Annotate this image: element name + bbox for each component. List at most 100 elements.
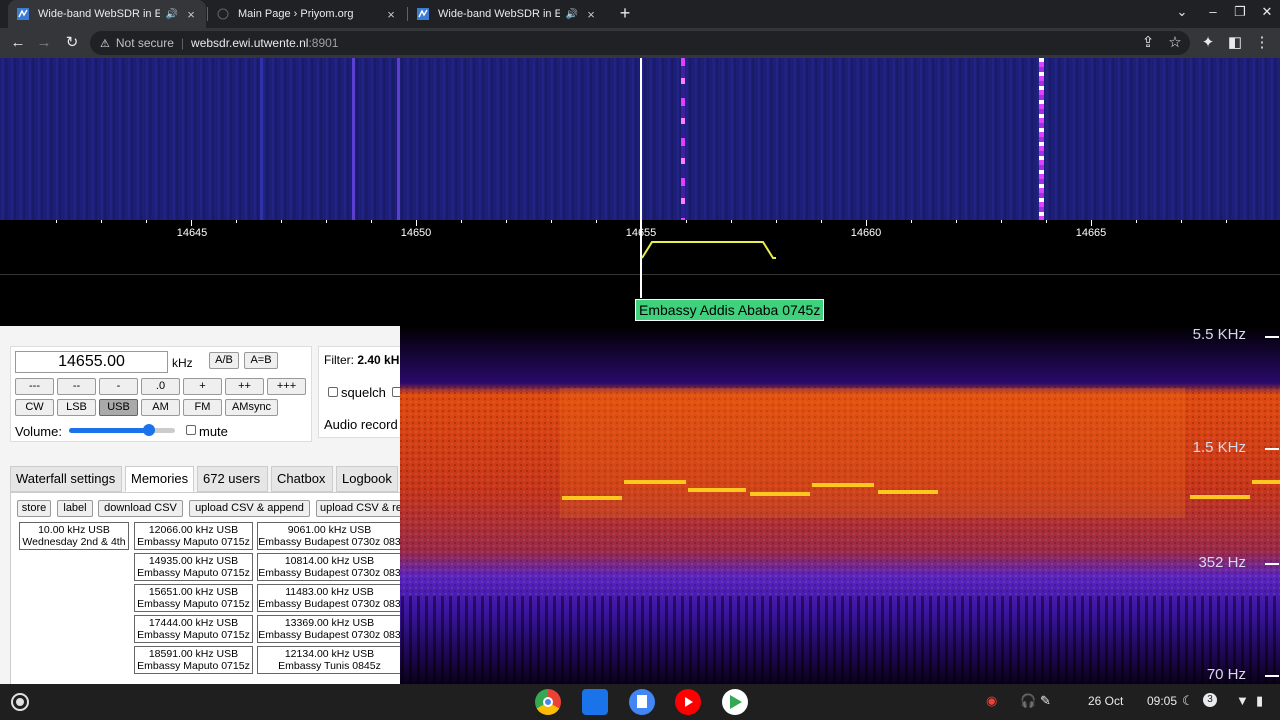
menu-icon[interactable]: ⋮ bbox=[1252, 33, 1272, 53]
memory-slot[interactable]: 18591.00 kHz USB Embassy Maputo 0715z bbox=[134, 646, 253, 674]
memory-frequency: 10.00 kHz USB bbox=[38, 524, 110, 536]
step-down-2-button[interactable]: -- bbox=[57, 378, 96, 395]
reload-icon[interactable]: ↻ bbox=[62, 33, 82, 53]
window-close-icon[interactable]: ✕ bbox=[1257, 4, 1277, 20]
tab-search-icon[interactable]: ⌄ bbox=[1172, 4, 1192, 20]
tab-memories[interactable]: Memories bbox=[125, 466, 194, 492]
side-panel-icon[interactable]: ◧ bbox=[1225, 33, 1245, 53]
extensions-icon[interactable]: ✦ bbox=[1198, 33, 1218, 53]
do-not-disturb-icon[interactable]: ☾ bbox=[1182, 693, 1194, 709]
label-button[interactable]: label bbox=[57, 500, 93, 517]
panel-tabs: Waterfall settings Memories 672 users Ch… bbox=[10, 466, 400, 492]
step-up-1-button[interactable]: + bbox=[183, 378, 222, 395]
tab-websdr-1[interactable]: Wide-band WebSDR in Ensch 🔊 × bbox=[8, 0, 206, 28]
back-icon[interactable]: ← bbox=[8, 33, 28, 53]
tab-users[interactable]: 672 users bbox=[197, 466, 268, 492]
tray-date[interactable]: 26 Oct bbox=[1088, 694, 1123, 708]
bookmark-star-icon[interactable]: ☆ bbox=[1165, 33, 1185, 53]
passband-indicator[interactable] bbox=[0, 58, 1280, 278]
tab-chatbox[interactable]: Chatbox bbox=[271, 466, 333, 492]
os-shelf: ◉ 🎧 ✎ 26 Oct 09:05 ☾ 3 ▼ ▮ bbox=[0, 684, 1280, 720]
mute-label: mute bbox=[199, 424, 228, 439]
frequency-input[interactable] bbox=[15, 351, 168, 373]
upload-csv-replace-button[interactable]: upload CSV & re bbox=[316, 500, 400, 517]
tab-title: Main Page › Priyom.org bbox=[238, 8, 354, 20]
minimize-icon[interactable]: – bbox=[1203, 4, 1223, 19]
spectrogram-scale-label: 5.5 KHz bbox=[1192, 326, 1246, 343]
share-icon[interactable]: ⇪ bbox=[1138, 33, 1158, 53]
memory-slot[interactable]: 14935.00 kHz USB Embassy Maputo 0715z bbox=[134, 553, 253, 581]
new-tab-button[interactable]: + bbox=[614, 2, 636, 24]
ab-equal-button[interactable]: A=B bbox=[244, 352, 278, 369]
stylus-icon[interactable]: ✎ bbox=[1040, 693, 1051, 709]
memory-slot[interactable]: 15651.00 kHz USB Embassy Maputo 0715z bbox=[134, 584, 253, 612]
step-down-1-button[interactable]: - bbox=[99, 378, 138, 395]
notification-count[interactable]: 3 bbox=[1203, 693, 1217, 707]
memory-frequency: 14935.00 kHz USB bbox=[148, 555, 239, 567]
headset-icon[interactable]: 🎧 bbox=[1020, 693, 1036, 709]
squelch-label: squelch bbox=[341, 385, 386, 400]
ab-swap-button[interactable]: A/B bbox=[209, 352, 239, 369]
wifi-icon[interactable]: ▼ bbox=[1236, 693, 1249, 708]
speaker-icon[interactable]: 🔊 bbox=[566, 9, 578, 20]
play-store-app-icon[interactable] bbox=[722, 689, 748, 715]
close-icon[interactable]: × bbox=[384, 7, 398, 22]
screen-record-icon[interactable]: ◉ bbox=[986, 693, 997, 709]
mute-checkbox[interactable] bbox=[186, 425, 196, 435]
spectrogram-scale-label: 1.5 KHz bbox=[1192, 439, 1246, 456]
memory-slot[interactable]: 10814.00 kHz USB Embassy Budapest 0730z … bbox=[257, 553, 400, 581]
round-button[interactable]: .0 bbox=[141, 378, 180, 395]
close-icon[interactable]: × bbox=[584, 7, 598, 22]
memory-slot[interactable]: 12066.00 kHz USB Embassy Maputo 0715z bbox=[134, 522, 253, 550]
battery-icon[interactable]: ▮ bbox=[1256, 693, 1263, 709]
docs-app-icon[interactable] bbox=[629, 689, 655, 715]
audio-record-label[interactable]: Audio record bbox=[324, 417, 398, 432]
spectrogram-scale-label: 70 Hz bbox=[1206, 666, 1246, 683]
youtube-app-icon[interactable] bbox=[675, 689, 701, 715]
tab-waterfall-settings[interactable]: Waterfall settings bbox=[10, 466, 122, 492]
close-icon[interactable]: × bbox=[184, 7, 198, 22]
memory-slot[interactable]: 9061.00 kHz USB Embassy Budapest 0730z 0… bbox=[257, 522, 400, 550]
extra-checkbox[interactable] bbox=[392, 387, 400, 397]
warning-icon[interactable]: ⚠ bbox=[100, 37, 110, 50]
spectrogram-scale-tick bbox=[1265, 448, 1279, 450]
volume-slider[interactable] bbox=[69, 424, 175, 436]
tab-title: Wide-band WebSDR in Ensch bbox=[38, 8, 160, 20]
tab-priyom[interactable]: Main Page › Priyom.org × bbox=[208, 0, 406, 28]
maximize-icon[interactable]: ❐ bbox=[1230, 4, 1250, 20]
memory-slot[interactable]: 12134.00 kHz USB Embassy Tunis 0845z bbox=[257, 646, 400, 674]
squelch-checkbox[interactable] bbox=[328, 387, 338, 397]
files-app-icon[interactable] bbox=[582, 689, 608, 715]
chrome-app-icon[interactable] bbox=[535, 689, 561, 715]
tab-websdr-2[interactable]: Wide-band WebSDR in Ensch 🔊 × bbox=[408, 0, 606, 28]
step-up-2-button[interactable]: ++ bbox=[225, 378, 264, 395]
forward-icon[interactable]: → bbox=[34, 33, 54, 53]
memory-slot[interactable]: 10.00 kHz USB Wednesday 2nd & 4th bbox=[19, 522, 129, 550]
speaker-icon[interactable]: 🔊 bbox=[166, 9, 178, 20]
mode-amsync-button[interactable]: AMsync bbox=[225, 399, 278, 416]
tab-logbook[interactable]: Logbook bbox=[336, 466, 398, 492]
mode-am-button[interactable]: AM bbox=[141, 399, 180, 416]
launcher-icon[interactable] bbox=[11, 693, 29, 711]
tab-title: Wide-band WebSDR in Ensch bbox=[438, 8, 560, 20]
websdr-favicon-icon bbox=[416, 7, 430, 21]
step-down-3-button[interactable]: --- bbox=[15, 378, 54, 395]
mode-cw-button[interactable]: CW bbox=[15, 399, 54, 416]
mode-usb-button[interactable]: USB bbox=[99, 399, 138, 416]
upload-csv-append-button[interactable]: upload CSV & append bbox=[189, 500, 310, 517]
store-button[interactable]: store bbox=[17, 500, 51, 517]
tray-time[interactable]: 09:05 bbox=[1147, 694, 1177, 708]
station-label[interactable]: Embassy Addis Ababa 0745z bbox=[635, 299, 825, 321]
memory-slot[interactable]: 11483.00 kHz USB Embassy Budapest 0730z … bbox=[257, 584, 400, 612]
step-up-3-button[interactable]: +++ bbox=[267, 378, 306, 395]
mode-fm-button[interactable]: FM bbox=[183, 399, 222, 416]
memory-slot[interactable]: 13369.00 kHz USB Embassy Budapest 0730z … bbox=[257, 615, 400, 643]
volume-slider-knob[interactable] bbox=[142, 424, 155, 436]
mode-lsb-button[interactable]: LSB bbox=[57, 399, 96, 416]
memory-frequency: 10814.00 kHz USB bbox=[284, 555, 375, 567]
download-csv-button[interactable]: download CSV bbox=[98, 500, 183, 517]
address-bar[interactable]: ⚠ Not secure | websdr.ewi.utwente.nl :89… bbox=[90, 31, 1190, 55]
memory-name: Embassy Maputo 0715z bbox=[137, 567, 250, 579]
url-port: :8901 bbox=[308, 36, 339, 50]
memory-slot[interactable]: 17444.00 kHz USB Embassy Maputo 0715z bbox=[134, 615, 253, 643]
